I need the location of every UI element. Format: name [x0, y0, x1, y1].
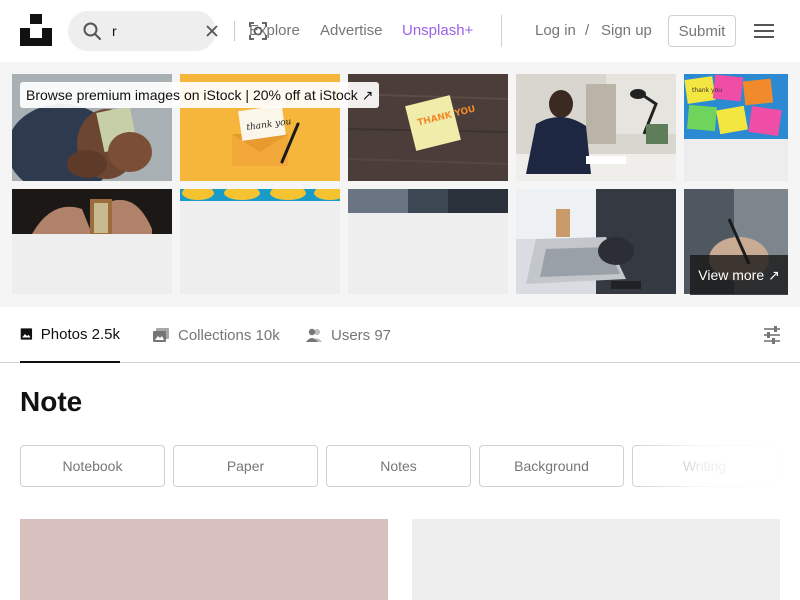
- related-search-notebook[interactable]: Notebook: [20, 445, 165, 487]
- tab-collections-label: Collections: [178, 326, 252, 344]
- related-search-writing[interactable]: Writing: [632, 445, 777, 487]
- photo-icon: [20, 328, 33, 340]
- tab-users-count: 97: [374, 326, 392, 344]
- banner-photo-sticky-notes[interactable]: thank you: [684, 74, 788, 181]
- tab-photos[interactable]: Photos 2.5k: [20, 307, 120, 363]
- banner-photo-laptop-writing[interactable]: [516, 189, 676, 294]
- banner-photo-man-writing-desk[interactable]: [516, 74, 676, 181]
- related-search-notes[interactable]: Notes: [326, 445, 471, 487]
- photo-result-card[interactable]: [412, 519, 780, 600]
- tab-users[interactable]: Users 97: [305, 307, 391, 363]
- users-icon: [306, 328, 322, 342]
- search-bar: [68, 11, 267, 51]
- search-result-tabs: Photos 2.5k Collections 10k Users 97: [0, 307, 800, 363]
- tab-collections[interactable]: Collections 10k: [152, 307, 280, 363]
- page-title: Note: [20, 386, 83, 417]
- istock-promo-link[interactable]: Browse premium images on iStock | 20% of…: [20, 82, 380, 108]
- filters-icon[interactable]: [763, 326, 781, 344]
- auth-separator: /: [585, 22, 590, 39]
- tab-photos-label: Photos: [40, 325, 88, 343]
- nav-divider: [501, 15, 502, 47]
- banner-photo-denim[interactable]: [348, 189, 508, 294]
- clear-search-icon[interactable]: [204, 23, 220, 39]
- nav-advertise[interactable]: Advertise: [320, 22, 383, 39]
- collections-icon: [153, 328, 169, 342]
- related-search-background[interactable]: Background: [479, 445, 624, 487]
- related-search-paper[interactable]: Paper: [173, 445, 318, 487]
- banner-photo-wallet[interactable]: [12, 189, 172, 294]
- tab-collections-count: 10k: [255, 326, 280, 344]
- submit-button[interactable]: Submit: [668, 15, 736, 47]
- banner-photo-colorful-shapes[interactable]: [180, 189, 340, 294]
- login-link[interactable]: Log in: [535, 22, 576, 39]
- nav-unsplash-plus[interactable]: Unsplash+: [402, 22, 473, 39]
- istock-banner: thank you THANK YOU thank you Browse pre…: [0, 62, 800, 307]
- tab-users-label: Users: [331, 326, 371, 344]
- view-more-button[interactable]: View more ↗: [690, 255, 788, 295]
- search-input[interactable]: [112, 21, 136, 41]
- top-navbar: Explore Advertise Unsplash+ Log in / Sig…: [0, 0, 800, 62]
- search-divider: [234, 21, 235, 41]
- unsplash-logo-icon[interactable]: [20, 14, 52, 46]
- hamburger-menu-icon[interactable]: [754, 22, 774, 40]
- search-icon[interactable]: [82, 21, 102, 41]
- photo-result-card[interactable]: [20, 519, 388, 600]
- sticky-text: thank you: [692, 87, 722, 94]
- nav-explore[interactable]: Explore: [249, 22, 300, 39]
- tab-photos-count: 2.5k: [91, 325, 120, 343]
- signup-link[interactable]: Sign up: [601, 22, 652, 39]
